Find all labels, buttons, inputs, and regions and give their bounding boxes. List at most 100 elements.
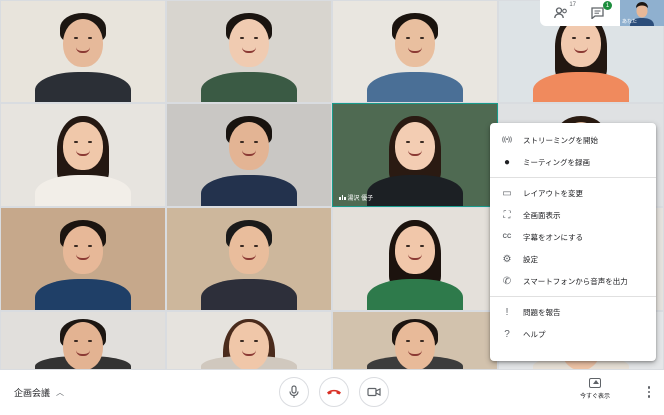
video-tile-speaking[interactable]: 湯沢 優子: [332, 103, 498, 207]
fullscreen-icon: ⛶: [503, 209, 511, 221]
menu-divider: [490, 177, 656, 178]
participant-video: [201, 104, 297, 206]
torso: [367, 279, 463, 310]
mouth: [242, 47, 256, 53]
hang-up-icon: [327, 389, 341, 395]
mouth: [76, 47, 90, 53]
participant-video: [367, 208, 463, 310]
eye: [88, 37, 92, 40]
mouth: [76, 350, 90, 357]
menu-item-report[interactable]: ! 問題を報告: [490, 301, 656, 323]
meet-window: 湯沢 優子 17 1 あなた ((•)) ストリーミングを開始 ● ミーティングを録画…: [0, 0, 664, 415]
meeting-details-button[interactable]: 企画会議 ︿: [14, 386, 64, 399]
present-now-button[interactable]: 今すぐ表示: [570, 376, 620, 400]
menu-item-broadcast[interactable]: ((•)) ストリーミングを開始: [490, 129, 656, 151]
layout-icon: ▭: [502, 187, 512, 199]
eye: [74, 340, 78, 343]
end-call-button[interactable]: [319, 377, 349, 407]
menu-item-label: スマートフォンから音声を出力: [523, 276, 628, 286]
participant-video: [35, 312, 131, 369]
video-tile[interactable]: [332, 207, 498, 311]
face: [395, 322, 435, 369]
face: [63, 226, 103, 275]
menu-item-help[interactable]: ? ヘルプ: [490, 323, 656, 345]
face: [561, 19, 601, 68]
menu-item-label: 問題を報告: [523, 307, 561, 317]
mouth: [408, 150, 422, 157]
more-options-menu: ((•)) ストリーミングを開始 ● ミーティングを録画 ▭ レイアウトを変更 ⛶ 全画面表示…: [490, 123, 656, 361]
eye: [420, 244, 424, 247]
top-controls: 17 1 あなた: [540, 0, 664, 26]
menu-item-gear[interactable]: ⚙ 設定: [490, 248, 656, 270]
chat-icon: [590, 7, 604, 19]
participant-video: [367, 1, 463, 102]
menu-item-label: ストリーミングを開始: [523, 135, 598, 145]
eye: [254, 244, 258, 247]
face: [63, 322, 103, 369]
participant-video: [367, 104, 463, 206]
video-tile[interactable]: [0, 207, 166, 311]
video-tile[interactable]: [332, 0, 498, 103]
more-options-button[interactable]: [644, 384, 654, 400]
eye: [254, 340, 258, 343]
bottom-toolbar: 企画会議 ︿ 今すぐ表示: [0, 370, 664, 415]
participants-button[interactable]: 17: [552, 2, 576, 21]
eye: [572, 37, 576, 40]
eye: [74, 244, 78, 247]
menu-item-record[interactable]: ● ミーティングを録画: [490, 151, 656, 173]
video-tile[interactable]: [166, 311, 332, 370]
call-controls: [279, 377, 389, 407]
menu-item-label: 全画面表示: [523, 210, 561, 220]
torso: [367, 71, 463, 102]
eye: [254, 37, 258, 40]
participant-video: [367, 312, 463, 369]
mouth: [242, 150, 256, 157]
eye: [254, 140, 258, 143]
eye: [420, 340, 424, 343]
audio-level-icon: [339, 195, 346, 200]
eye: [74, 140, 78, 143]
torso: [201, 279, 297, 310]
video-tile[interactable]: [0, 0, 166, 103]
report-icon: !: [505, 306, 509, 318]
participant-video: [35, 104, 131, 206]
video-tile[interactable]: [0, 311, 166, 370]
video-tile[interactable]: [166, 207, 332, 311]
face: [229, 122, 269, 171]
eye: [420, 140, 424, 143]
participant-video: [35, 1, 131, 102]
face: [229, 19, 269, 68]
menu-item-fullscreen[interactable]: ⛶ 全画面表示: [490, 204, 656, 226]
dot: [647, 395, 651, 398]
video-tile[interactable]: [166, 0, 332, 103]
participant-name: 湯沢 優子: [347, 196, 374, 202]
camera-button[interactable]: [359, 377, 389, 407]
present-now-label: 今すぐ表示: [579, 394, 610, 400]
eye: [240, 37, 244, 40]
help-icon: ?: [504, 328, 510, 340]
participant-video: [201, 1, 297, 102]
torso: [367, 175, 463, 206]
menu-item-label: 字幕をオンにする: [523, 232, 584, 242]
self-view-label: あなた: [622, 19, 638, 25]
menu-item-layout[interactable]: ▭ レイアウトを変更: [490, 182, 656, 204]
torso: [201, 175, 297, 206]
menu-item-captions[interactable]: CC 字幕をオンにする: [490, 226, 656, 248]
dot: [647, 390, 651, 394]
face: [395, 19, 435, 68]
participant-video: [35, 208, 131, 310]
microphone-button[interactable]: [279, 377, 309, 407]
eye: [240, 140, 244, 143]
menu-item-label: レイアウトを変更: [523, 188, 583, 198]
video-tile[interactable]: [0, 103, 166, 207]
chat-button[interactable]: 1: [588, 1, 612, 21]
torso: [201, 71, 297, 102]
microphone-icon: [289, 385, 299, 398]
video-tile[interactable]: [166, 103, 332, 207]
eye: [406, 140, 410, 143]
self-view-tile[interactable]: あなた: [620, 0, 664, 26]
video-tile[interactable]: [332, 311, 498, 370]
menu-item-phone-audio[interactable]: ✆ スマートフォンから音声を出力: [490, 270, 656, 292]
mouth: [408, 350, 422, 357]
eye: [240, 340, 244, 343]
